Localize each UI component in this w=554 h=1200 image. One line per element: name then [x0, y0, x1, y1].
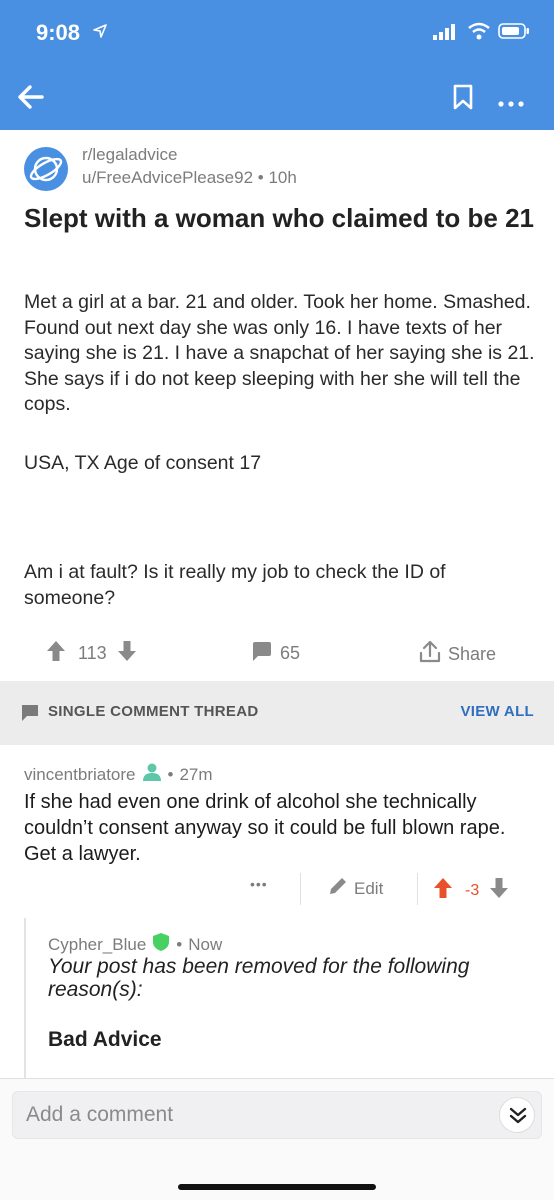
comments-count-button[interactable]: 65	[250, 640, 300, 667]
comment-bubble-icon	[20, 703, 40, 728]
top-toolbar	[0, 64, 554, 130]
comment-body: If she had even one drink of alcohol she…	[24, 791, 506, 865]
share-label: Share	[448, 644, 497, 664]
post-body-paragraph: Am i at fault? Is it really my job to ch…	[24, 561, 446, 609]
double-chevron-down-icon	[508, 1106, 528, 1131]
downvote-arrow-icon[interactable]	[489, 877, 509, 904]
reply-age: Now	[188, 934, 223, 954]
reply-comment: Cypher_Blue • Now Your post has been rem…	[24, 918, 554, 1078]
edit-label: Edit	[354, 878, 384, 898]
moderator-shield-icon	[152, 932, 170, 957]
share-icon	[418, 640, 442, 669]
vote-group: 113	[46, 640, 137, 667]
reply-author[interactable]: Cypher_Blue	[48, 935, 146, 955]
view-all-button[interactable]: VIEW ALL	[460, 703, 534, 720]
comment-age: 27m	[179, 764, 213, 784]
upvote-arrow-icon[interactable]	[433, 877, 453, 904]
downvote-arrow-icon[interactable]	[117, 640, 137, 667]
comment-input-placeholder: Add a comment	[26, 1103, 174, 1126]
status-time: 9:08	[36, 20, 81, 45]
post-author[interactable]: u/FreeAdvicePlease92	[82, 168, 253, 187]
reply-meta: Cypher_Blue • Now	[48, 932, 222, 957]
post-header: r/legaladvice u/FreeAdvicePlease92 • 10h	[24, 145, 534, 195]
post-body-paragraph: Met a girl at a bar. 21 and older. Took …	[24, 291, 535, 415]
share-button[interactable]: Share	[418, 640, 496, 669]
comment-score: -3	[465, 881, 480, 899]
post-age: 10h	[268, 168, 297, 187]
pencil-icon	[328, 876, 348, 901]
post-body-paragraph: USA, TX Age of consent 17	[24, 452, 262, 474]
jump-down-button[interactable]	[499, 1097, 535, 1133]
single-comment-thread-bar: SINGLE COMMENT THREAD VIEW ALL	[0, 681, 554, 745]
more-options-icon[interactable]	[498, 94, 524, 112]
upvote-arrow-icon[interactable]	[46, 640, 66, 667]
meta-separator: •	[167, 764, 174, 784]
post-meta: u/FreeAdvicePlease92 • 10h	[82, 168, 297, 188]
comment-more-button[interactable]: •••	[250, 876, 268, 892]
comment-bubble-icon	[250, 640, 272, 667]
location-arrow-icon	[93, 24, 107, 43]
bookmark-icon[interactable]	[452, 84, 474, 115]
comment-input[interactable]: Add a comment	[12, 1091, 542, 1139]
status-bar: 9:08	[0, 0, 554, 64]
cellular-signal-icon	[433, 24, 457, 45]
divider	[417, 873, 418, 905]
edit-button[interactable]: Edit	[328, 876, 383, 901]
comment-vote-group: -3	[433, 877, 509, 904]
back-arrow-icon[interactable]	[14, 80, 48, 114]
comment-action-bar: ••• Edit -3	[0, 869, 554, 913]
thread-label: SINGLE COMMENT THREAD	[48, 703, 259, 720]
user-online-icon	[142, 762, 162, 787]
post-title: Slept with a woman who claimed to be 21	[24, 203, 534, 233]
subreddit-name[interactable]: r/legaladvice	[82, 145, 177, 165]
post-action-bar: 113 65 Share	[0, 630, 554, 674]
subreddit-icon[interactable]	[24, 147, 68, 191]
bottom-bar: Add a comment	[0, 1078, 554, 1200]
comment-author[interactable]: vincentbriatore	[24, 765, 136, 785]
home-indicator	[178, 1184, 376, 1190]
comments-count: 65	[280, 643, 301, 663]
removal-notice: Your post has been removed for the follo…	[48, 955, 470, 1001]
comment-meta: vincentbriatore • 27m	[24, 762, 213, 787]
wifi-icon	[467, 22, 491, 45]
meta-separator: •	[176, 934, 183, 954]
post-score: 113	[78, 643, 107, 663]
divider	[300, 873, 301, 905]
meta-separator: •	[257, 168, 269, 187]
battery-icon	[498, 23, 530, 44]
removal-reason: Bad Advice	[48, 1028, 162, 1051]
